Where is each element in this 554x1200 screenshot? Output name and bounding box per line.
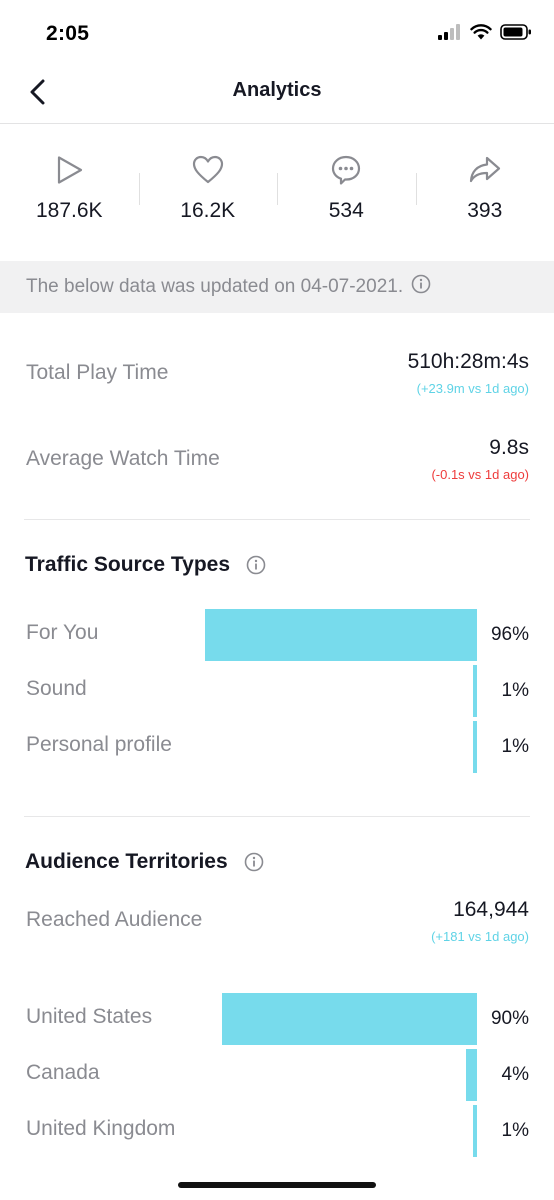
reached-audience-value: 164,944 [453,898,529,921]
battery-icon [500,24,531,40]
average-watch-time-delta: (-0.1s vs 1d ago) [431,467,529,482]
stat-value: 534 [328,199,364,222]
stat-views: 187.6K [0,125,139,261]
traffic-bar [473,665,477,717]
stat-value: 187.6K [35,199,103,222]
traffic-source-title: Traffic Source Types [25,553,266,577]
total-play-time-label: Total Play Time [26,361,169,384]
traffic-bar [473,721,477,773]
reached-audience-label: Reached Audience [26,908,203,931]
territory-row-percent: 1% [501,1120,529,1141]
traffic-row-label: For You [26,621,99,644]
share-icon [469,156,500,183]
average-watch-time-label: Average Watch Time [26,447,220,470]
info-icon[interactable] [246,555,266,575]
territory-bar [465,1049,477,1101]
traffic-row-label: Sound [26,677,87,700]
stat-likes: 16.2K [138,125,278,261]
status-bar: 2:05 [0,0,554,64]
total-play-time-value: 510h:28m:4s [407,350,529,373]
traffic-row-percent: 1% [501,736,529,757]
update-banner-text: The below data was updated on 04-07-2021… [26,276,404,297]
nav-bar: Analytics [0,64,554,124]
reached-audience-delta: (+181 vs 1d ago) [431,929,529,944]
territory-bar [222,993,477,1045]
traffic-row-label: Personal profile [26,733,172,756]
divider [24,816,530,817]
audience-territories-title: Audience Territories [25,850,264,874]
stat-value: 16.2K [180,199,236,222]
traffic-row-percent: 96% [490,624,529,645]
divider [24,519,530,520]
territory-bar [473,1105,477,1157]
territory-row-percent: 90% [490,1008,529,1029]
play-icon [58,156,83,184]
stat-shares: 393 [415,125,554,261]
stat-value: 393 [467,199,503,222]
info-icon[interactable] [244,852,264,872]
comment-icon [332,155,361,185]
home-indicator[interactable] [178,1182,376,1188]
traffic-bar [205,609,477,661]
territory-row-percent: 4% [501,1064,529,1085]
territory-row-label: Canada [26,1061,100,1084]
stat-comments: 534 [277,125,416,261]
territory-row-label: United States [26,1005,153,1028]
cellular-signal-icon [438,24,460,40]
status-time: 2:05 [46,22,90,45]
heart-icon [192,155,223,184]
audience-territories-title-text: Audience Territories [25,850,228,873]
status-icons [438,24,532,40]
traffic-source-title-text: Traffic Source Types [25,553,231,576]
wifi-icon [470,24,492,40]
engagement-stats: 187.6K 16.2K 534 393 [0,125,554,261]
territory-row-label: United Kingdom [26,1117,176,1140]
total-play-time-delta: (+23.9m vs 1d ago) [416,381,529,396]
average-watch-time-value: 9.8s [489,436,529,459]
update-banner: The below data was updated on 04-07-2021… [0,261,554,313]
traffic-row-percent: 1% [501,680,529,701]
page-title: Analytics [232,79,322,101]
info-icon[interactable] [411,274,431,300]
